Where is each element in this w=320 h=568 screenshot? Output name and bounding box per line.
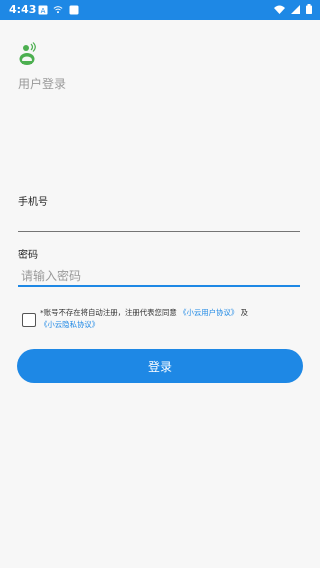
- signal-icon: [291, 4, 300, 14]
- user-agreement-link[interactable]: 《小云用户协议》: [179, 308, 238, 317]
- password-placeholder: 请输入密码: [21, 269, 82, 283]
- sim-icon: [69, 5, 79, 15]
- phone-label: 手机号: [18, 197, 48, 208]
- login-button[interactable]: 登录: [17, 349, 303, 383]
- svg-text:A: A: [41, 7, 46, 15]
- password-underline: [18, 285, 300, 287]
- status-bar: 4:43 A: [0, 0, 320, 20]
- page-title: 用户登录: [18, 77, 67, 91]
- agreement-and: 及: [240, 308, 248, 317]
- agreement-text: *账号不存在将自动注册，注册代表您同意 《小云用户协议》 及 《小云隐私协议》: [40, 307, 306, 331]
- phone-input[interactable]: [18, 208, 300, 230]
- agreement-notice: *账号不存在将自动注册，注册代表您同意: [40, 308, 177, 317]
- agreement-checkbox[interactable]: [22, 313, 36, 327]
- password-label: 密码: [18, 250, 38, 261]
- app-logo-icon: [19, 42, 36, 65]
- privacy-agreement-link[interactable]: 《小云隐私协议》: [40, 320, 99, 329]
- wifi-calling-icon: [53, 6, 63, 14]
- status-time: 4:43: [9, 3, 37, 16]
- wifi-icon: [274, 5, 285, 14]
- notification-a-icon: A: [38, 5, 48, 15]
- battery-icon: [306, 4, 312, 14]
- phone-underline: [18, 231, 300, 232]
